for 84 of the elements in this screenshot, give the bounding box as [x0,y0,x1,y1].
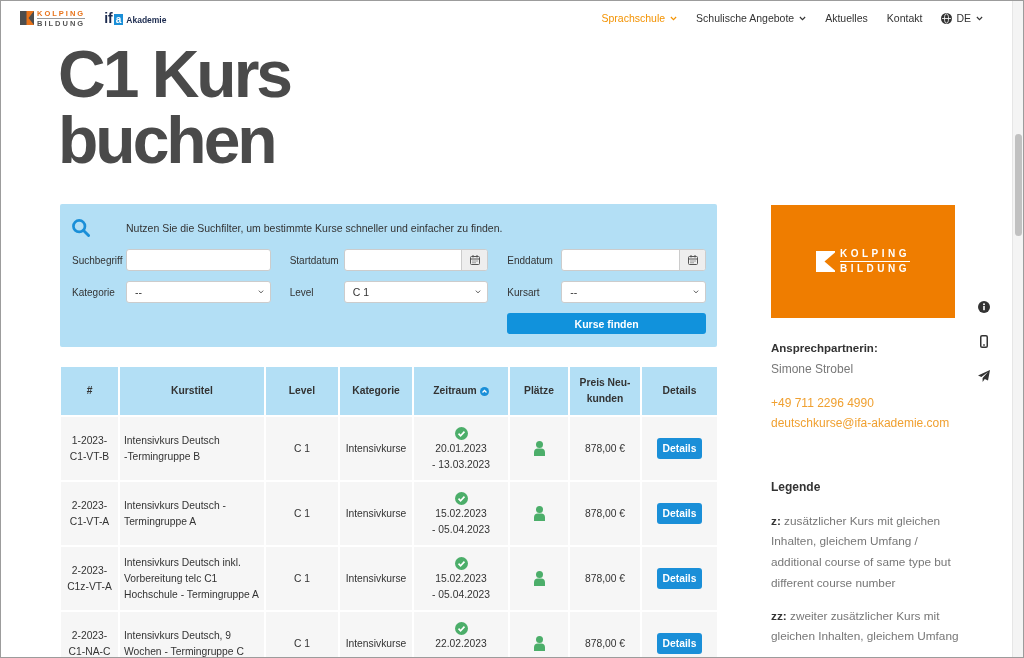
chevron-down-icon [257,290,264,294]
table-cell: 1-2023-C1-VT-B [61,417,118,480]
legend-text: z: zusätzlicher Kurs mit gleichen Inhalten, gleichem Umfang / additional course of same type but different course number [771,512,952,592]
field-label: Kursart [507,286,540,298]
date-text: 20.01.2023 [435,442,487,456]
table-cell: Intensivkurs Deutsch, 9 Wochen - Termingruppe C [120,612,264,657]
column-header[interactable]: Details [642,367,717,415]
date-field[interactable] [343,249,489,271]
nav-link[interactable]: Schulische Angebote [696,12,807,24]
chevron-down-icon [693,290,699,294]
logo-icon [20,11,34,25]
table-cell: 2-2023-C1-NA-C [61,612,118,657]
details-button[interactable]: Details [656,438,703,459]
field-label: Suchbegriff [72,254,123,266]
date-text: 22.02.2023 [435,637,487,651]
table-cell: C 1 [266,482,338,545]
contact-heading: Ansprechpartnerin: [771,340,879,356]
calendar-button[interactable] [461,250,488,270]
column-header[interactable]: Kategorie [340,367,412,415]
table-cell: 878,00 € [570,547,640,610]
field-label: Enddatum [507,254,553,266]
scrollbar[interactable] [1012,1,1023,657]
column-header[interactable]: Kurstitel [120,367,264,415]
table-cell: Intensivkurse [340,612,412,657]
logo-text: BILDUNG [839,262,911,274]
input-field[interactable] [126,249,271,271]
intro-text: Nutzen Sie die Suchfilter, um bestimmte Kurse schneller und einfacher zu finden. [126,222,503,234]
logo-text: KOLPING [839,249,911,262]
field-label: Level [289,286,314,298]
date-text: 15.02.2023 [435,572,487,586]
table-cell: Intensivkurse [340,547,412,610]
dropdown[interactable]: -- [561,281,706,303]
table-cell: C 1 [266,417,338,480]
logo-text: Akademie [126,14,167,25]
legend-heading: Legende [771,478,822,496]
calendar-button[interactable] [679,250,705,270]
mobile-phone-icon[interactable] [980,335,988,348]
table-cell: Intensivkurs Deutsch -Termingruppe B [120,417,264,480]
table-cell: Intensivkurse [340,482,412,545]
table-cell: 2-2023-C1-VT-A [61,482,118,545]
nav-link[interactable]: Kontakt [886,12,923,24]
dropdown[interactable]: C 1 [343,281,489,303]
calendar-icon [469,255,480,265]
scrollbar-thumb[interactable] [1014,134,1022,236]
table-cell: Intensivkurse [340,417,412,480]
date-text: 15.02.2023 [435,507,487,521]
date-field[interactable] [561,249,706,271]
details-button[interactable]: Details [656,633,703,654]
field-label: Startdatum [289,254,339,266]
logo-mark: if [104,11,113,25]
page-title: C1 Kurs buchen [58,41,292,173]
legend-text: zz: zweiter zusätzlicher Kurs mit gleichen Inhalten, gleichem Umfang [771,607,960,646]
chevron-down-icon [475,290,482,294]
info-icon[interactable] [978,301,990,313]
table-cell: C 1 [266,612,338,657]
field-label: Kategorie [72,286,115,298]
language-selector[interactable]: DE [941,12,983,24]
column-header[interactable]: Zeitraum [414,367,508,415]
dropdown[interactable]: -- [126,281,271,303]
table-cell: 878,00 € [570,612,640,657]
table-cell: 878,00 € [570,482,640,545]
caret-icon [976,15,983,21]
logo-badge: a [113,13,124,25]
column-header[interactable]: Level [266,367,338,415]
table-cell: C 1 [266,547,338,610]
globe-icon [941,12,953,24]
date-text: - 13.03.2023 [432,458,490,472]
details-button[interactable]: Details [656,503,703,524]
nav-link[interactable]: Aktuelles [825,12,868,24]
table-cell: Intensivkurs Deutsch - Termingruppe A [120,482,264,545]
table-cell: 878,00 € [570,417,640,480]
search-icon [72,219,90,237]
details-button[interactable]: Details [656,568,703,589]
logo-icon [815,251,835,272]
date-text: - 05.04.2023 [432,588,490,602]
column-header[interactable]: # [61,367,118,415]
calendar-icon [687,255,698,265]
contact-name: Simone Strobel [771,360,855,378]
column-header[interactable]: Preis Neu-kunden [570,367,640,415]
column-header[interactable]: Plätze [510,367,568,415]
date-text: - 05.04.2023 [432,523,490,537]
table-cell: 2-2023-C1z-VT-A [61,547,118,610]
table-cell: Intensivkurs Deutsch inkl. Vorbereitung telc C1 Hochschule - Termingruppe A [120,547,264,610]
paper-plane-icon[interactable] [978,370,990,382]
